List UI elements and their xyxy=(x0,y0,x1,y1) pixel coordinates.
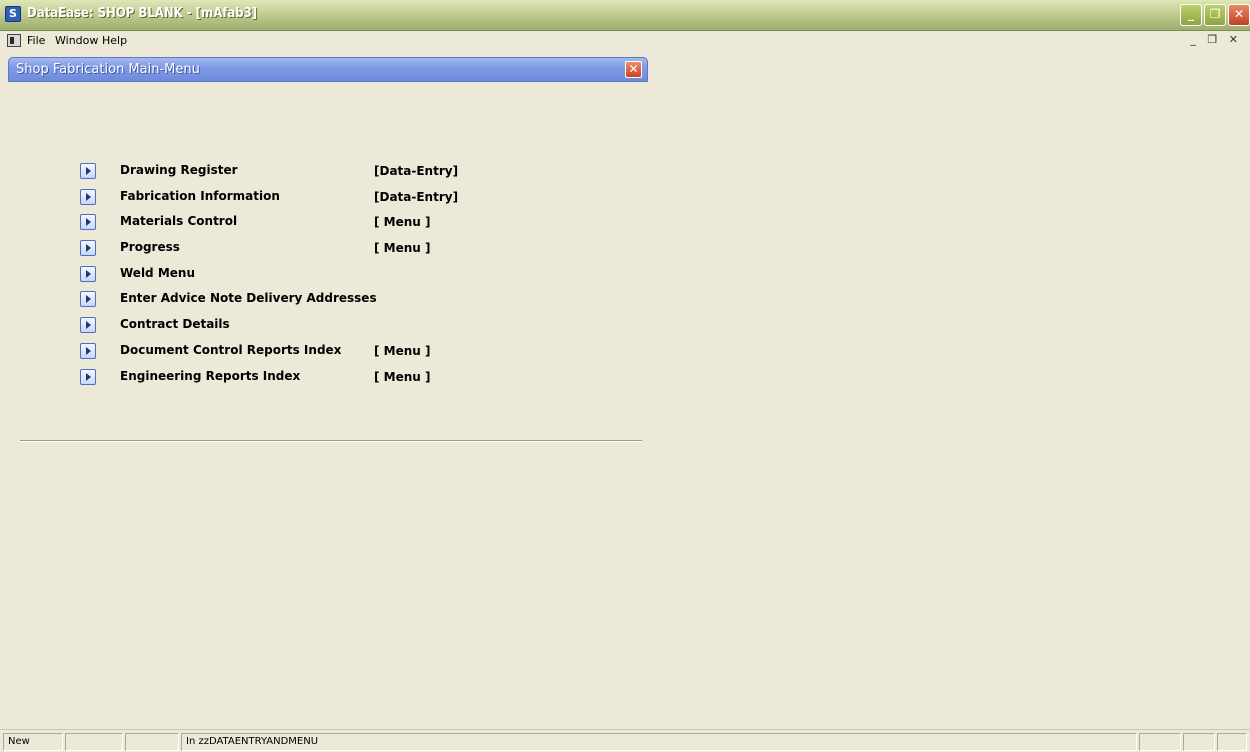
play-arrow-icon[interactable] xyxy=(80,291,96,308)
menu-item-type: [ Menu ] xyxy=(374,369,431,384)
menu-item-label: Fabrication Information xyxy=(120,188,280,203)
document-window-controls[interactable]: _ ❐ ✕ xyxy=(1190,33,1242,46)
status-pane-empty-5 xyxy=(1217,733,1247,751)
menu-item-label: Engineering Reports Index xyxy=(120,368,301,383)
play-arrow-icon[interactable] xyxy=(80,265,96,282)
menu-row-drawing-register[interactable]: Drawing Register [Data-Entry] xyxy=(80,160,500,186)
close-button[interactable]: ✕ xyxy=(1228,4,1250,26)
play-arrow-icon[interactable] xyxy=(80,163,96,179)
dataease-app-icon[interactable]: S xyxy=(5,6,21,22)
window-title-bar[interactable]: S DataEase: SHOP BLANK - [mAfab3] _ ❐ ✕ xyxy=(0,0,1250,31)
menu-item-label: Materials Control xyxy=(120,214,238,229)
status-bar: New In zzDATAENTRYANDMENU xyxy=(0,729,1250,752)
menu-item-type: [Data-Entry] xyxy=(374,164,459,178)
play-arrow-icon[interactable] xyxy=(80,188,96,205)
status-pane-empty-4 xyxy=(1183,733,1215,751)
document-system-menu-icon[interactable] xyxy=(7,34,21,47)
form-divider-line xyxy=(20,440,642,442)
menu-item-type: [Data-Entry] xyxy=(374,189,459,204)
minimize-button[interactable]: _ xyxy=(1180,4,1202,26)
play-arrow-icon[interactable] xyxy=(80,317,96,334)
form-title-bar[interactable]: Shop Fabrication Main-Menu ✕ xyxy=(8,57,648,82)
play-arrow-icon[interactable] xyxy=(80,240,96,257)
form-title: Shop Fabrication Main-Menu xyxy=(16,62,200,77)
play-arrow-icon[interactable] xyxy=(80,368,96,385)
menu-file[interactable]: File xyxy=(27,34,45,47)
status-pane-empty-1 xyxy=(65,733,123,751)
menu-help[interactable]: Help xyxy=(102,34,127,47)
menu-row-weld-menu[interactable]: Weld Menu xyxy=(80,263,500,289)
menu-item-label: Progress xyxy=(120,240,180,255)
status-mode: New xyxy=(3,733,63,751)
menu-item-label: Drawing Register xyxy=(120,163,238,177)
menu-window-label: Window xyxy=(55,34,99,47)
menu-item-label: Weld Menu xyxy=(120,265,195,280)
status-pane-empty-2 xyxy=(125,733,179,751)
menu-item-type: [ Menu ] xyxy=(374,241,431,256)
menu-row-engineering-reports[interactable]: Engineering Reports Index [ Menu ] xyxy=(80,366,500,392)
menu-item-label: Document Control Reports Index xyxy=(120,342,342,357)
menu-window[interactable]: Window xyxy=(55,34,98,47)
menu-item-type: [ Menu ] xyxy=(374,343,431,358)
status-pane-empty-3 xyxy=(1139,733,1181,751)
window-title: DataEase: SHOP BLANK - [mAfab3] xyxy=(27,6,258,21)
menu-bar: File Window Help _ ❐ ✕ xyxy=(0,31,1250,51)
menu-row-progress[interactable]: Progress [ Menu ] xyxy=(80,237,500,263)
restore-button[interactable]: ❐ xyxy=(1204,4,1226,26)
menu-file-label: File xyxy=(27,34,46,47)
menu-item-label: Contract Details xyxy=(120,317,230,332)
menu-row-materials-control[interactable]: Materials Control [ Menu ] xyxy=(80,211,500,237)
menu-row-contract-details[interactable]: Contract Details xyxy=(80,314,500,340)
main-menu-list: Drawing Register [Data-Entry] Fabricatio… xyxy=(80,160,500,391)
menu-row-fabrication-information[interactable]: Fabrication Information [Data-Entry] xyxy=(80,186,500,212)
play-arrow-icon[interactable] xyxy=(80,342,96,359)
menu-row-document-control-reports[interactable]: Document Control Reports Index [ Menu ] xyxy=(80,340,500,366)
menu-row-advice-note-addresses[interactable]: Enter Advice Note Delivery Addresses xyxy=(80,288,500,314)
menu-help-label: Help xyxy=(102,34,128,47)
menu-item-type: [ Menu ] xyxy=(374,215,431,230)
status-context: In zzDATAENTRYANDMENU xyxy=(181,733,1137,751)
play-arrow-icon[interactable] xyxy=(80,214,96,231)
menu-item-label: Enter Advice Note Delivery Addresses xyxy=(120,291,377,306)
form-close-button[interactable]: ✕ xyxy=(625,61,642,78)
